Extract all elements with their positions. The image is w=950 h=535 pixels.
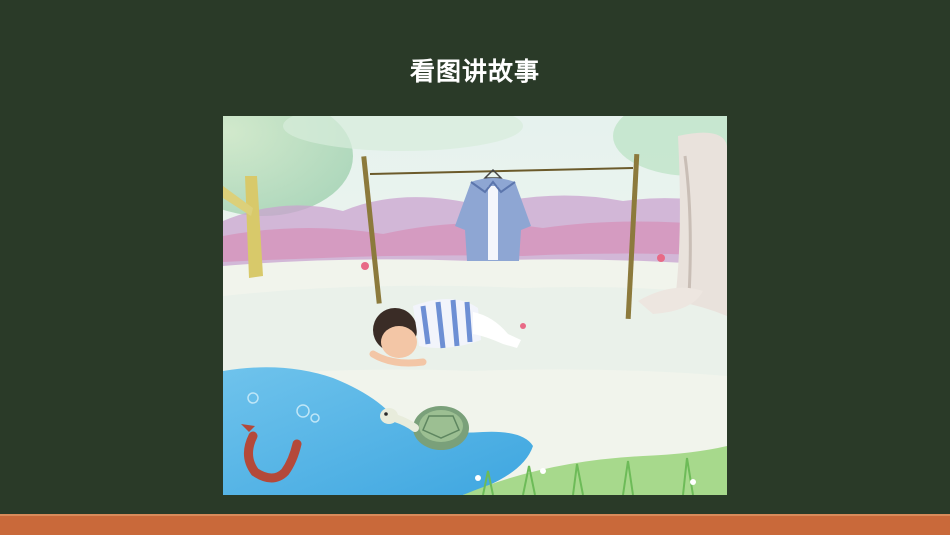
slide: 看图讲故事 bbox=[0, 0, 950, 535]
bottom-accent-bar bbox=[0, 516, 950, 535]
slide-title: 看图讲故事 bbox=[409, 57, 540, 86]
story-illustration bbox=[223, 116, 727, 495]
